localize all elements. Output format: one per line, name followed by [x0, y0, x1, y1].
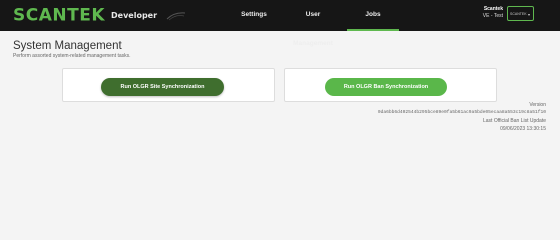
logo-text: SCANTEK	[13, 5, 105, 26]
ban-sync-card: Run OLGR Ban Synchronization	[284, 68, 497, 102]
ban-list-update-date: 09/06/2023 13:30:15	[500, 126, 546, 132]
page-subtitle: Perform assorted system-related manageme…	[13, 53, 131, 59]
nav-jobs-label: Jobs	[365, 11, 381, 18]
chevron-down-icon: ▾	[527, 12, 530, 17]
user-name: Scantek	[483, 6, 503, 12]
version-label: Version	[529, 102, 546, 108]
nav-jobs[interactable]: Jobs	[347, 0, 399, 31]
user-menu-button[interactable]: SCANTEK ▾	[507, 6, 534, 21]
logo-subtitle: Developer	[111, 11, 158, 20]
ban-list-update-label: Last Official Ban List Update	[483, 118, 546, 124]
page-title: System Management	[13, 40, 122, 52]
version-info: Version 0da6bb6d402544b295bce89e0fa5b61a…	[378, 101, 546, 133]
site-sync-card: Run OLGR Site Synchronization	[62, 68, 275, 102]
run-olgr-ban-sync-button[interactable]: Run OLGR Ban Synchronization	[325, 78, 447, 96]
user-info: Scantek VE - Test	[463, 6, 503, 20]
nav-settings[interactable]: Settings	[241, 0, 267, 29]
top-navbar: SCANTEK Developer Settings User Managemen…	[0, 0, 560, 47]
brand-logo[interactable]: SCANTEK Developer	[13, 6, 186, 26]
user-role: VE - Test	[482, 13, 503, 19]
user-menu-label: SCANTEK	[510, 12, 527, 16]
version-hash: 0da6bb6d402544b295bce89e0fa5b61ac9a5bde0…	[377, 110, 546, 115]
swoosh-icon	[167, 11, 186, 20]
nav-user-management[interactable]: User Management	[287, 0, 339, 47]
nav-settings-label: Settings	[241, 11, 267, 18]
run-olgr-site-sync-button[interactable]: Run OLGR Site Synchronization	[101, 78, 224, 96]
nav-user-management-label: User Management	[293, 11, 333, 47]
